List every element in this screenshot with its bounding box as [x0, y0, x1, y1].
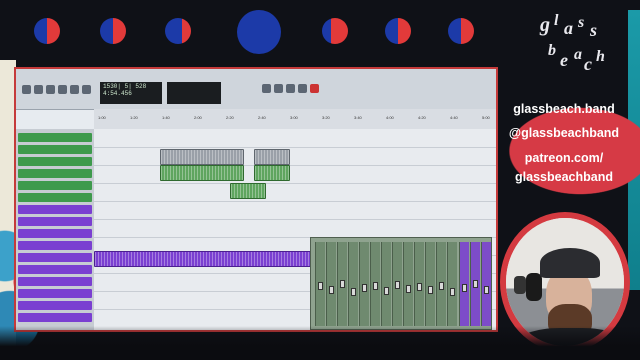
tool-icon[interactable] [22, 85, 31, 94]
track-header[interactable] [18, 157, 92, 166]
channel-strip[interactable] [315, 242, 325, 326]
channel-strip[interactable] [403, 242, 413, 326]
fast-forward-icon[interactable] [298, 84, 307, 93]
track-header[interactable] [18, 229, 92, 238]
track-header[interactable] [18, 205, 92, 214]
channel-strip[interactable] [481, 242, 491, 326]
tool-icon[interactable] [70, 85, 79, 94]
ruler-tick: 2:00 [194, 115, 202, 120]
transport-bar: 1530| 5| 528 4:54.456 [16, 69, 496, 110]
track-lane [94, 165, 496, 184]
patreon-text-line1: patreon.com/ [524, 151, 604, 165]
channel-strip[interactable] [436, 242, 446, 326]
audio-clip[interactable] [160, 149, 244, 165]
ruler-tick: 4:40 [450, 115, 458, 120]
moon-icon [448, 18, 474, 44]
moon-icon [385, 18, 411, 44]
track-lane [94, 183, 496, 202]
audio-clip[interactable] [230, 183, 266, 199]
track-lane [94, 129, 496, 148]
track-header[interactable] [18, 181, 92, 190]
track-header[interactable] [18, 241, 92, 250]
track-header[interactable] [18, 253, 92, 262]
audio-clip[interactable] [254, 149, 290, 165]
full-moon-icon [237, 10, 281, 54]
counter-time: 4:54.456 [103, 90, 132, 97]
daw-window: 1530| 5| 528 4:54.456 1:00 1:20 1:40 2:0… [14, 67, 498, 332]
headphones-icon [526, 273, 542, 301]
record-icon[interactable] [310, 84, 319, 93]
track-header[interactable] [18, 277, 92, 286]
channel-strip[interactable] [326, 242, 336, 326]
main-counter[interactable]: 1530| 5| 528 4:54.456 [100, 82, 162, 104]
ruler-tick: 3:20 [322, 115, 330, 120]
track-lane [94, 147, 496, 166]
channel-strip[interactable] [414, 242, 424, 326]
microphone-icon [514, 276, 526, 294]
sub-counter[interactable] [167, 82, 221, 104]
ruler-tick: 1:00 [98, 115, 106, 120]
ruler-tick: 3:40 [354, 115, 362, 120]
patreon-text-line2: glassbeachband [515, 170, 613, 184]
social-handle-text: @glassbeachband [508, 126, 620, 140]
play-icon[interactable] [286, 84, 295, 93]
channel-strip[interactable] [459, 242, 469, 326]
ruler-tick: 1:20 [130, 115, 138, 120]
track-list [16, 129, 94, 330]
channel-strip[interactable] [348, 242, 358, 326]
ruler-tick: 2:20 [226, 115, 234, 120]
track-header[interactable] [18, 313, 92, 322]
tool-icon[interactable] [58, 85, 67, 94]
track-header[interactable] [18, 133, 92, 142]
track-lane [94, 201, 496, 220]
timeline-ruler[interactable]: 1:00 1:20 1:40 2:00 2:20 2:40 3:00 3:20 … [94, 109, 496, 130]
stop-icon[interactable] [274, 84, 283, 93]
track-header[interactable] [18, 265, 92, 274]
counter-bars: 1530| 5| 528 [103, 83, 147, 90]
tool-icon[interactable] [34, 85, 43, 94]
tool-icon[interactable] [46, 85, 55, 94]
track-header[interactable] [18, 301, 92, 310]
rewind-icon[interactable] [262, 84, 271, 93]
website-text: glassbeach.band [513, 102, 615, 116]
audio-clip[interactable] [254, 165, 290, 181]
bottom-coral-decoration [0, 326, 640, 360]
moon-icon [34, 18, 60, 44]
channel-strip[interactable] [447, 242, 457, 326]
ruler-tick: 5:00 [482, 115, 490, 120]
channel-strip[interactable] [381, 242, 391, 326]
screen: 1530| 5| 528 4:54.456 1:00 1:20 1:40 2:0… [0, 0, 640, 360]
channel-strip[interactable] [370, 242, 380, 326]
moon-icon [322, 18, 348, 44]
track-header[interactable] [18, 193, 92, 202]
mixer-window[interactable] [310, 237, 492, 330]
ruler-tick: 4:00 [386, 115, 394, 120]
moon-icon [165, 18, 191, 44]
channel-strip[interactable] [470, 242, 480, 326]
track-header[interactable] [18, 145, 92, 154]
moon-icon [100, 18, 126, 44]
track-header[interactable] [18, 217, 92, 226]
ruler-tick: 2:40 [258, 115, 266, 120]
track-header[interactable] [18, 289, 92, 298]
cap-icon [540, 248, 600, 278]
channel-strip[interactable] [392, 242, 402, 326]
channel-strip[interactable] [425, 242, 435, 326]
channel-strip[interactable] [337, 242, 347, 326]
ruler-tick: 1:40 [162, 115, 170, 120]
channel-strip[interactable] [359, 242, 369, 326]
midi-clip[interactable] [94, 251, 312, 267]
track-header[interactable] [18, 169, 92, 178]
tool-icon[interactable] [82, 85, 91, 94]
ruler-tick: 4:20 [418, 115, 426, 120]
glassbeach-logo: g l a s s b e a c h [540, 12, 605, 74]
ruler-tick: 3:00 [290, 115, 298, 120]
track-lane [94, 219, 496, 238]
audio-clip[interactable] [160, 165, 244, 181]
